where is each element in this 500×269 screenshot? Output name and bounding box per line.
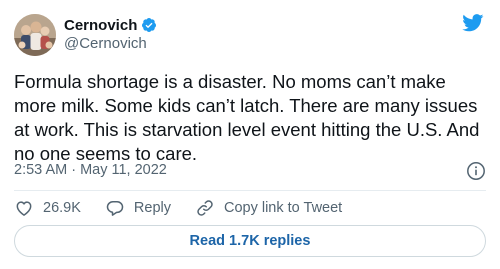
read-replies-button[interactable]: Read 1.7K replies <box>14 225 486 257</box>
tweet-text: Formula shortage is a disaster. No moms … <box>14 71 480 164</box>
link-icon <box>197 200 213 216</box>
tweet-timestamp[interactable]: 2:53 AM · May 11, 2022 <box>14 162 167 178</box>
tweet-header: Cernovich @Cernovich <box>14 14 486 58</box>
verified-badge-icon <box>141 17 157 33</box>
avatar-photo <box>14 14 56 56</box>
info-icon[interactable] <box>466 161 486 181</box>
tweet-actions: 26.9K Reply Copy link to Tweet <box>14 197 366 219</box>
author-name[interactable]: Cernovich <box>64 17 137 34</box>
reply-button[interactable]: Reply <box>105 198 171 218</box>
copy-link-label: Copy link to Tweet <box>223 200 343 216</box>
reply-label: Reply <box>133 200 171 216</box>
heart-icon <box>16 201 32 216</box>
twitter-bird-icon[interactable] <box>462 14 484 32</box>
reply-bubble-icon <box>106 201 124 216</box>
like-button[interactable]: 26.9K <box>14 198 81 218</box>
author-handle[interactable]: @Cernovich <box>64 35 147 52</box>
author-name-row[interactable]: Cernovich <box>64 16 157 34</box>
like-count: 26.9K <box>43 200 81 216</box>
avatar[interactable] <box>14 14 56 56</box>
divider <box>14 190 486 191</box>
tweet-embed-card: Cernovich @Cernovich Formula shortage is… <box>0 0 500 269</box>
tweet-meta: 2:53 AM · May 11, 2022 <box>14 161 486 181</box>
copy-link-button[interactable]: Copy link to Tweet <box>195 198 342 218</box>
